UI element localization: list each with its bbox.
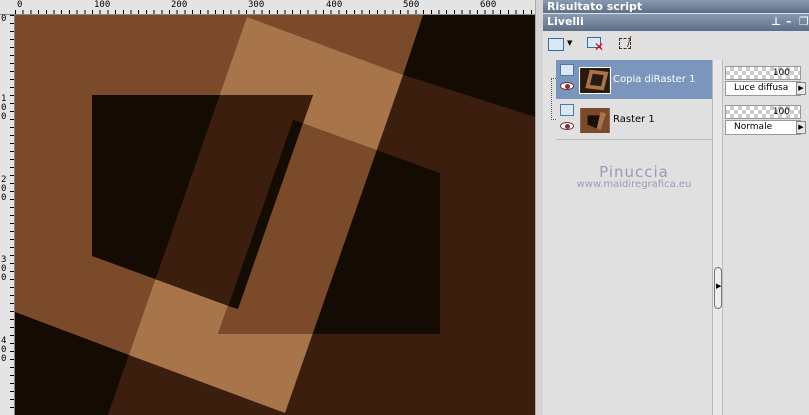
image-canvas[interactable] [15, 15, 535, 415]
blend-mode-value: Normale [734, 122, 773, 132]
layer-props-copia: 100 Luce diffusa ▶ [725, 66, 806, 96]
expand-arrow-icon: ▶ [716, 282, 722, 290]
layer-row-raster-1[interactable]: Raster 1 [556, 100, 712, 139]
ruler-label: 3 0 0 [1, 255, 7, 283]
ruler-label: 2 0 0 [1, 175, 7, 203]
pin-icon[interactable]: ⊥ [771, 14, 781, 30]
opacity-field[interactable]: 100 [725, 105, 801, 119]
blend-mode-select[interactable]: Luce diffusa ▶ [725, 81, 806, 96]
layers-title: Livelli [547, 15, 584, 28]
layers-list: Copia diRaster 1 Raster 1 [556, 60, 712, 140]
blend-mode-value: Luce diffusa [734, 83, 789, 93]
ruler-label: 1 0 0 [1, 94, 7, 122]
script-output-title: Risultato script [547, 0, 643, 13]
visibility-eye-icon[interactable] [560, 82, 574, 90]
splitter-handle[interactable]: ▶ [714, 267, 722, 309]
minimize-icon[interactable]: – [786, 14, 792, 30]
layer-props-raster: 100 Normale ▶ [725, 105, 806, 135]
ruler-left: 0 1 0 0 2 0 0 3 0 0 4 0 0 [0, 15, 15, 415]
ruler-top: 0 100 200 300 400 500 600 [0, 0, 540, 15]
blend-arrow-icon[interactable]: ▶ [796, 82, 806, 95]
layer-thumbnail [579, 67, 611, 94]
ruler-label: 500 [403, 0, 420, 10]
visibility-eye-icon[interactable] [560, 122, 574, 130]
new-layer-icon [548, 38, 564, 51]
watermark: Pinuccia www.maidiregrafica.eu [556, 163, 712, 190]
dropdown-arrow-icon: ▼ [567, 39, 573, 47]
ruler-label: 400 [326, 0, 343, 10]
ruler-label: 100 [94, 0, 111, 10]
script-output-titlebar: Risultato script [543, 0, 809, 13]
layer-row-copia-raster-1[interactable]: Copia diRaster 1 [556, 60, 712, 99]
brush-icon: / [627, 35, 632, 50]
delete-layer-button[interactable]: ✕ [585, 35, 607, 55]
ruler-label: 200 [171, 0, 188, 10]
layer-name: Copia diRaster 1 [613, 74, 696, 85]
layer-thumbnail [579, 107, 611, 134]
ruler-label: 300 [248, 0, 265, 10]
blend-mode-select[interactable]: Normale ▶ [725, 120, 806, 135]
blend-arrow-icon[interactable]: ▶ [796, 121, 806, 134]
ruler-label: 4 0 0 [1, 336, 7, 364]
ruler-label: 600 [480, 0, 497, 10]
layer-name: Raster 1 [613, 114, 655, 125]
edit-selection-button[interactable]: / [617, 35, 639, 55]
raster-layer-icon [560, 104, 574, 116]
restore-icon[interactable]: ❐ [799, 14, 809, 30]
new-layer-button[interactable]: ▼ [546, 35, 574, 55]
layers-titlebar: Livelli ⊥ – ❐ [543, 14, 809, 31]
pane-splitter[interactable]: ▶ [712, 60, 723, 415]
panel-divider[interactable] [535, 0, 543, 415]
ruler-label: 0 [17, 0, 23, 10]
watermark-url: www.maidiregrafica.eu [576, 179, 692, 190]
opacity-field[interactable]: 100 [725, 66, 801, 80]
raster-layer-icon [560, 64, 574, 76]
ruler-label: 0 [1, 14, 7, 24]
delete-x-icon: ✕ [594, 40, 605, 54]
